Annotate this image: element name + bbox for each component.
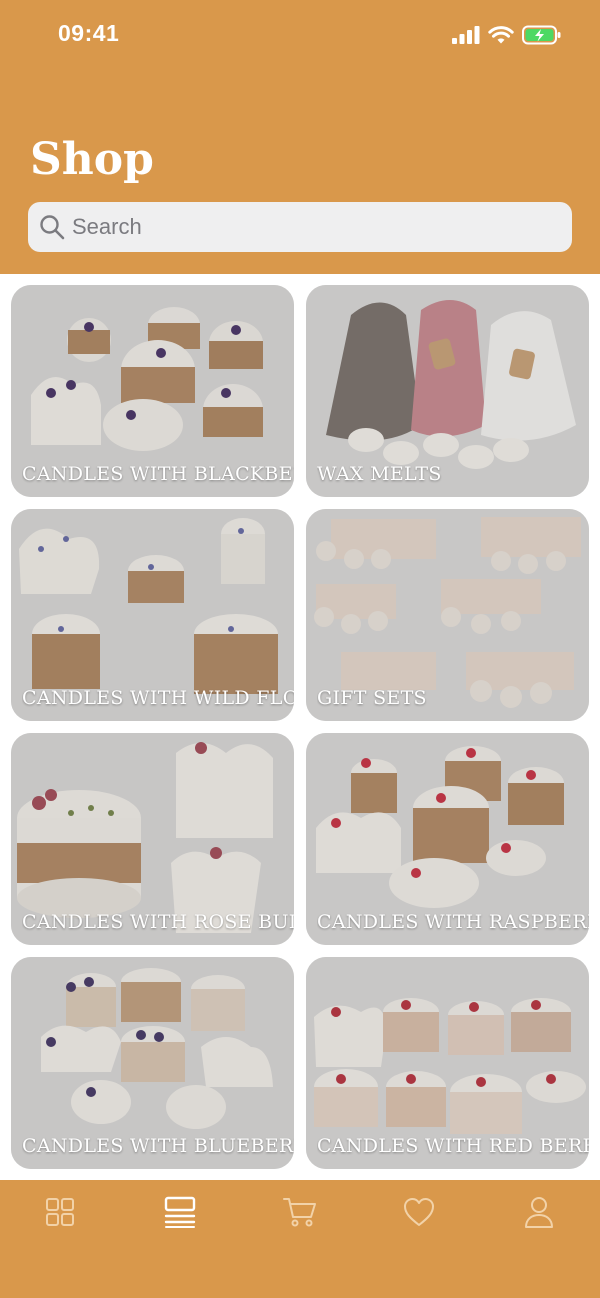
wifi-icon <box>488 25 514 43</box>
status-bar: 09:41 <box>0 0 600 70</box>
category-label: CANDLES WITH BLACKBERRY <box>22 463 294 485</box>
category-label: CANDLES WITH RASPBERRY <box>317 911 589 933</box>
category-card-wax-melts[interactable]: WAX MELTS <box>306 285 589 497</box>
category-grid: CANDLES WITH BLACKBERRY WAX MELTS <box>0 274 600 1180</box>
category-label: CANDLES WITH BLUEBERRY <box>22 1135 294 1157</box>
category-label: CANDLES WITH RED BERRIES <box>317 1135 589 1157</box>
search-bar[interactable] <box>28 202 572 252</box>
grid-icon <box>46 1198 74 1226</box>
page-title: Shop <box>30 134 154 185</box>
search-icon <box>40 215 65 240</box>
search-input[interactable] <box>72 202 552 252</box>
category-card-candles-rose-buds[interactable]: CANDLES WITH ROSE BUDS <box>11 733 294 945</box>
category-card-gift-sets[interactable]: GIFT SETS <box>306 509 589 721</box>
header: 09:41 Shop <box>0 0 600 274</box>
tab-bar <box>0 1180 600 1298</box>
category-label: GIFT SETS <box>317 687 427 709</box>
tab-list[interactable] <box>150 1192 210 1232</box>
tab-favorites[interactable] <box>389 1192 449 1232</box>
cart-icon <box>283 1198 316 1227</box>
tab-cart[interactable] <box>270 1192 330 1232</box>
category-card-candles-wild-flowers[interactable]: CANDLES WITH WILD FLOWERS <box>11 509 294 721</box>
category-card-candles-raspberry[interactable]: CANDLES WITH RASPBERRY <box>306 733 589 945</box>
profile-icon <box>525 1197 553 1228</box>
category-card-candles-red-berries[interactable]: CANDLES WITH RED BERRIES <box>306 957 589 1169</box>
battery-charging-icon <box>522 25 561 45</box>
status-icons <box>452 22 562 48</box>
heart-icon <box>404 1198 434 1226</box>
list-icon <box>164 1196 196 1228</box>
category-card-candles-blueberry[interactable]: CANDLES WITH BLUEBERRY <box>11 957 294 1169</box>
signal-icon <box>452 26 480 44</box>
tab-profile[interactable] <box>509 1192 569 1232</box>
status-time: 09:41 <box>58 20 120 46</box>
tab-grid[interactable] <box>30 1192 90 1232</box>
category-label: CANDLES WITH WILD FLOWERS <box>22 687 294 709</box>
category-label: WAX MELTS <box>317 463 442 485</box>
category-label: CANDLES WITH ROSE BUDS <box>22 911 294 933</box>
category-card-candles-blackberry[interactable]: CANDLES WITH BLACKBERRY <box>11 285 294 497</box>
